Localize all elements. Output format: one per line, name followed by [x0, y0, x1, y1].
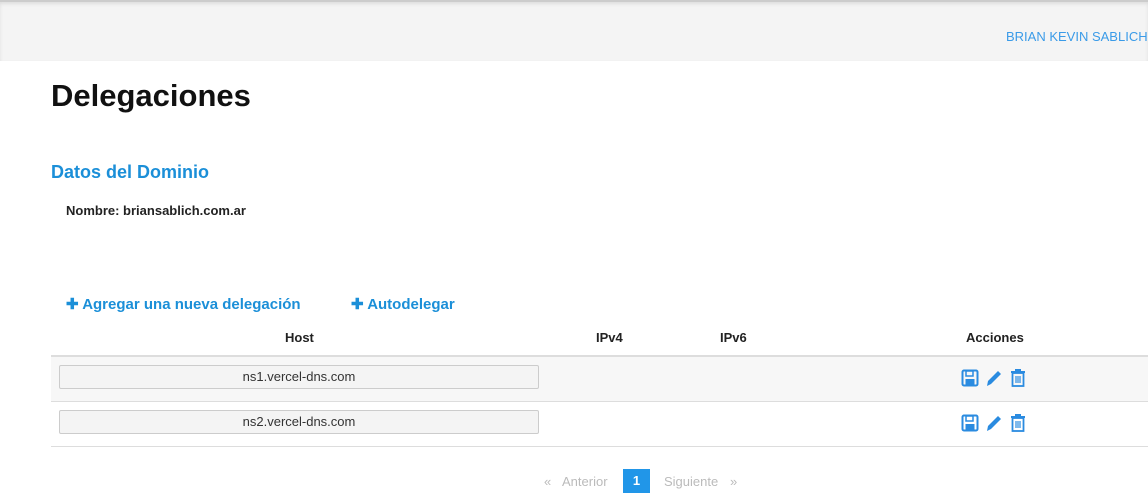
prev-arrow[interactable]: «: [544, 474, 551, 489]
plus-icon: ✚: [66, 296, 83, 313]
col-ipv6: IPv6: [720, 330, 747, 345]
plus-icon: ✚: [351, 296, 368, 313]
table-row: ns1.vercel-dns.com: [51, 357, 1148, 402]
autodelegate-button[interactable]: ✚ Autodelegar: [351, 295, 455, 313]
add-delegation-button[interactable]: ✚ Agregar una nueva delegación: [66, 295, 301, 313]
edit-pencil-icon[interactable]: [985, 368, 1003, 388]
col-acciones: Acciones: [966, 330, 1024, 345]
domain-name: Nombre: briansablich.com.ar: [66, 203, 246, 218]
next-page-link[interactable]: Siguiente: [664, 474, 718, 489]
col-ipv4: IPv4: [596, 330, 623, 345]
save-icon[interactable]: [961, 413, 979, 433]
trash-icon[interactable]: [1009, 368, 1027, 388]
top-bar: BRIAN KEVIN SABLICH R: [0, 0, 1148, 61]
edit-pencil-icon[interactable]: [985, 413, 1003, 433]
page-title: Delegaciones: [51, 78, 251, 113]
col-host: Host: [285, 330, 314, 345]
page-1-button[interactable]: 1: [623, 469, 650, 493]
section-title: Datos del Dominio: [51, 162, 210, 182]
host-input[interactable]: ns2.vercel-dns.com: [59, 410, 539, 434]
host-input[interactable]: ns1.vercel-dns.com: [59, 365, 539, 389]
table-row: ns2.vercel-dns.com: [51, 402, 1148, 447]
prev-page-link[interactable]: Anterior: [562, 474, 608, 489]
user-menu[interactable]: BRIAN KEVIN SABLICH R: [1006, 29, 1148, 44]
next-arrow[interactable]: »: [730, 474, 737, 489]
trash-icon[interactable]: [1009, 413, 1027, 433]
save-icon[interactable]: [961, 368, 979, 388]
